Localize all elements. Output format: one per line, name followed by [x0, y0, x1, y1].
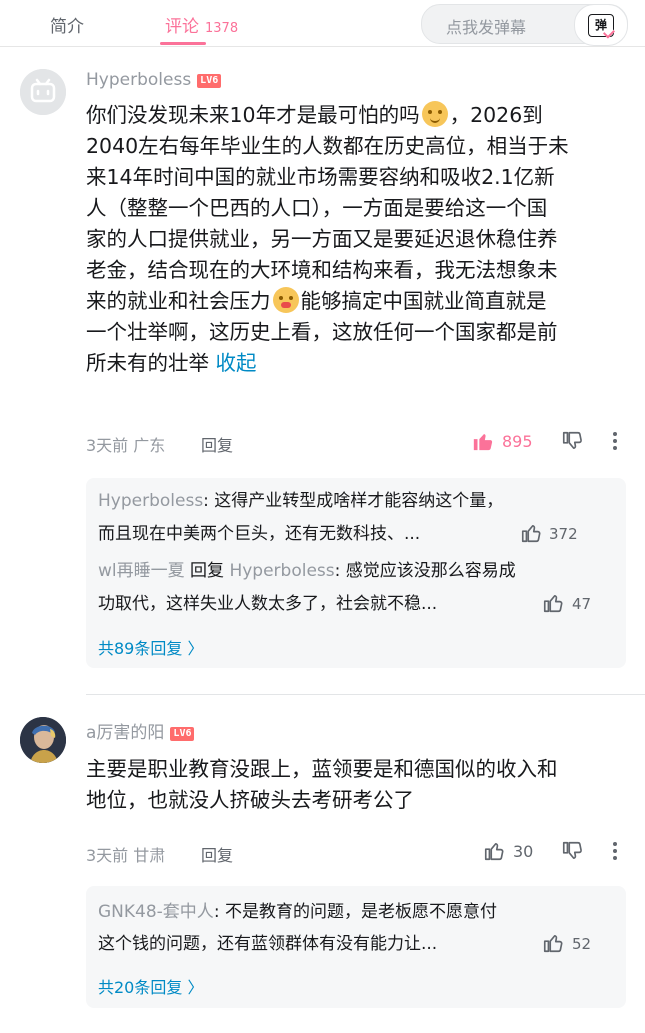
- sub-reply[interactable]: GNK48-套中人: 不是教育的问题，是老板愿不愿意付: [98, 898, 497, 926]
- sub-like-count: 52: [572, 935, 592, 953]
- comment-line: 主要是职业教育没跟上，蓝领要是和德国似的收入和: [86, 757, 558, 781]
- danmaku-toggle-button[interactable]: 弹: [574, 4, 628, 46]
- like-button[interactable]: [483, 840, 505, 866]
- comment-time-location: 3天前 甘肃: [86, 846, 166, 865]
- sub-like-count: 47: [572, 595, 592, 613]
- sub-like-button[interactable]: [542, 592, 564, 618]
- comment-line: 地位，也就没人挤破头去考研考公了: [86, 788, 414, 812]
- tab-bar: 简介 评论 1378 点我发弹幕 弹: [0, 0, 645, 47]
- sub-reply-username[interactable]: Hyperboless: [98, 491, 203, 511]
- comment-line: 你们没发现未来10年才是最可怕的吗: [86, 103, 420, 127]
- sub-reply-username[interactable]: GNK48-套中人: [98, 902, 214, 922]
- comment-line: 人（整整一个巴西的人口），一方面是要给这一个国: [86, 196, 548, 220]
- emoji-icon: [421, 101, 448, 127]
- comment-line: 家的人口提供就业，另一方面又是要延迟退休稳住养: [86, 227, 558, 251]
- more-vertical-icon: [613, 432, 617, 450]
- divider: [86, 694, 645, 695]
- dislike-button[interactable]: [561, 840, 583, 866]
- thumbs-up-icon: [521, 525, 541, 543]
- comment-line: 老金，结合现在的大环境和结构来看，我无法想象未: [86, 258, 558, 282]
- comment-username[interactable]: Hyperboless LV6: [86, 70, 222, 90]
- user-avatar-image: [20, 717, 66, 763]
- sub-reply[interactable]: Hyperboless: 这得产业转型成啥样才能容纳这个量，: [98, 487, 503, 515]
- thumbs-down-icon: [562, 431, 582, 449]
- sub-replies-box: Hyperboless: 这得产业转型成啥样才能容纳这个量， 而且现在中美两个巨…: [86, 478, 626, 668]
- comment-line: 2040左右每年毕业生的人数都在历史高位，相当于未: [86, 134, 569, 158]
- avatar[interactable]: [20, 717, 66, 763]
- sub-reply-reply-word: 回复: [184, 561, 230, 581]
- reply-button[interactable]: 回复: [201, 432, 233, 456]
- comments-count: 1378: [205, 21, 239, 36]
- comment-content: 主要是职业教育没跟上，蓝领要是和德国似的收入和 地位，也就没人挤破头去考研考公了: [86, 754, 621, 816]
- active-tab-indicator: [160, 42, 206, 45]
- thumbs-up-icon: [543, 595, 563, 613]
- sub-reply-text: 而且现在中美两个巨头，还有无数科技、...: [98, 524, 421, 544]
- username-text: Hyperboless: [86, 70, 192, 90]
- sub-reply-username[interactable]: wl再睡一夏: [98, 561, 185, 581]
- default-avatar-icon: [20, 69, 66, 115]
- more-vertical-icon: [613, 842, 617, 860]
- sub-replies-box: GNK48-套中人: 不是教育的问题，是老板愿不愿意付 这个钱的问题，还有蓝领群…: [86, 886, 626, 1008]
- sub-reply-target[interactable]: Hyperboless: [229, 561, 334, 581]
- dislike-button[interactable]: [561, 430, 583, 456]
- more-replies-link[interactable]: 共89条回复 〉: [98, 635, 203, 659]
- comment-line: 能够搞定中国就业简直就是: [300, 289, 547, 313]
- comment-username[interactable]: a厉害的阳 LV6: [86, 718, 195, 743]
- emoji-icon: [272, 287, 299, 313]
- thumbs-up-icon: [484, 843, 504, 861]
- comment-line: 一个壮举啊，这历史上看，这放任何一个国家都是前: [86, 320, 558, 344]
- more-options-button[interactable]: [611, 431, 619, 455]
- sub-reply-text: : 不是教育的问题，是老板愿不愿意付: [213, 902, 497, 922]
- sub-like-button[interactable]: [542, 932, 564, 958]
- thumbs-up-icon: [543, 935, 563, 953]
- comment-line: 来14年时间中国的就业市场需要容纳和吸收2.1亿新: [86, 165, 555, 189]
- sub-reply-text: 功取代，这样失业人数太多了，社会就不稳...: [98, 594, 438, 614]
- sub-reply-continued: 这个钱的问题，还有蓝领群体有没有能力让...: [98, 930, 437, 958]
- tab-intro[interactable]: 简介: [50, 12, 84, 37]
- thumbs-down-icon: [562, 841, 582, 859]
- reply-button[interactable]: 回复: [201, 842, 233, 866]
- danmaku-placeholder: 点我发弹幕: [446, 18, 527, 37]
- thumbs-up-icon: [473, 434, 493, 451]
- comment-line: 来的就业和社会压力: [86, 289, 271, 313]
- more-options-button[interactable]: [611, 841, 619, 865]
- comment-line: ，2026到: [449, 103, 543, 127]
- collapse-link[interactable]: 收起: [216, 351, 257, 375]
- comment-content: 你们没发现未来10年才是最可怕的吗 ，2026到 2040左右每年毕业生的人数都在…: [86, 100, 621, 379]
- level-badge: LV6: [197, 74, 222, 88]
- sub-like-button[interactable]: [520, 522, 542, 548]
- level-badge: LV6: [170, 727, 195, 741]
- tab-comments-label: 评论: [165, 17, 199, 37]
- like-count: 30: [513, 842, 534, 861]
- username-text: a厉害的阳: [86, 723, 165, 743]
- more-replies-link[interactable]: 共20条回复 〉: [98, 974, 203, 998]
- like-count: 895: [502, 432, 533, 451]
- sub-reply-text: : 感觉应该没那么容易成: [334, 561, 516, 581]
- like-button[interactable]: [472, 430, 494, 456]
- sub-reply-text: 这个钱的问题，还有蓝领群体有没有能力让...: [98, 934, 438, 954]
- sub-reply-continued: 而且现在中美两个巨头，还有无数科技、...: [98, 520, 420, 548]
- comment-time-location: 3天前 广东: [86, 436, 166, 455]
- sub-reply-continued: 功取代，这样失业人数太多了，社会就不稳...: [98, 590, 437, 618]
- sub-reply-text: : 这得产业转型成啥样才能容纳这个量，: [203, 491, 504, 511]
- comment-line: 所未有的壮举: [86, 351, 216, 375]
- danmaku-input[interactable]: 点我发弹幕 弹: [421, 4, 628, 46]
- avatar[interactable]: [20, 69, 66, 115]
- sub-reply[interactable]: wl再睡一夏 回复 Hyperboless: 感觉应该没那么容易成: [98, 557, 516, 585]
- sub-like-count: 372: [549, 525, 578, 543]
- tab-comments[interactable]: 评论 1378: [165, 12, 238, 37]
